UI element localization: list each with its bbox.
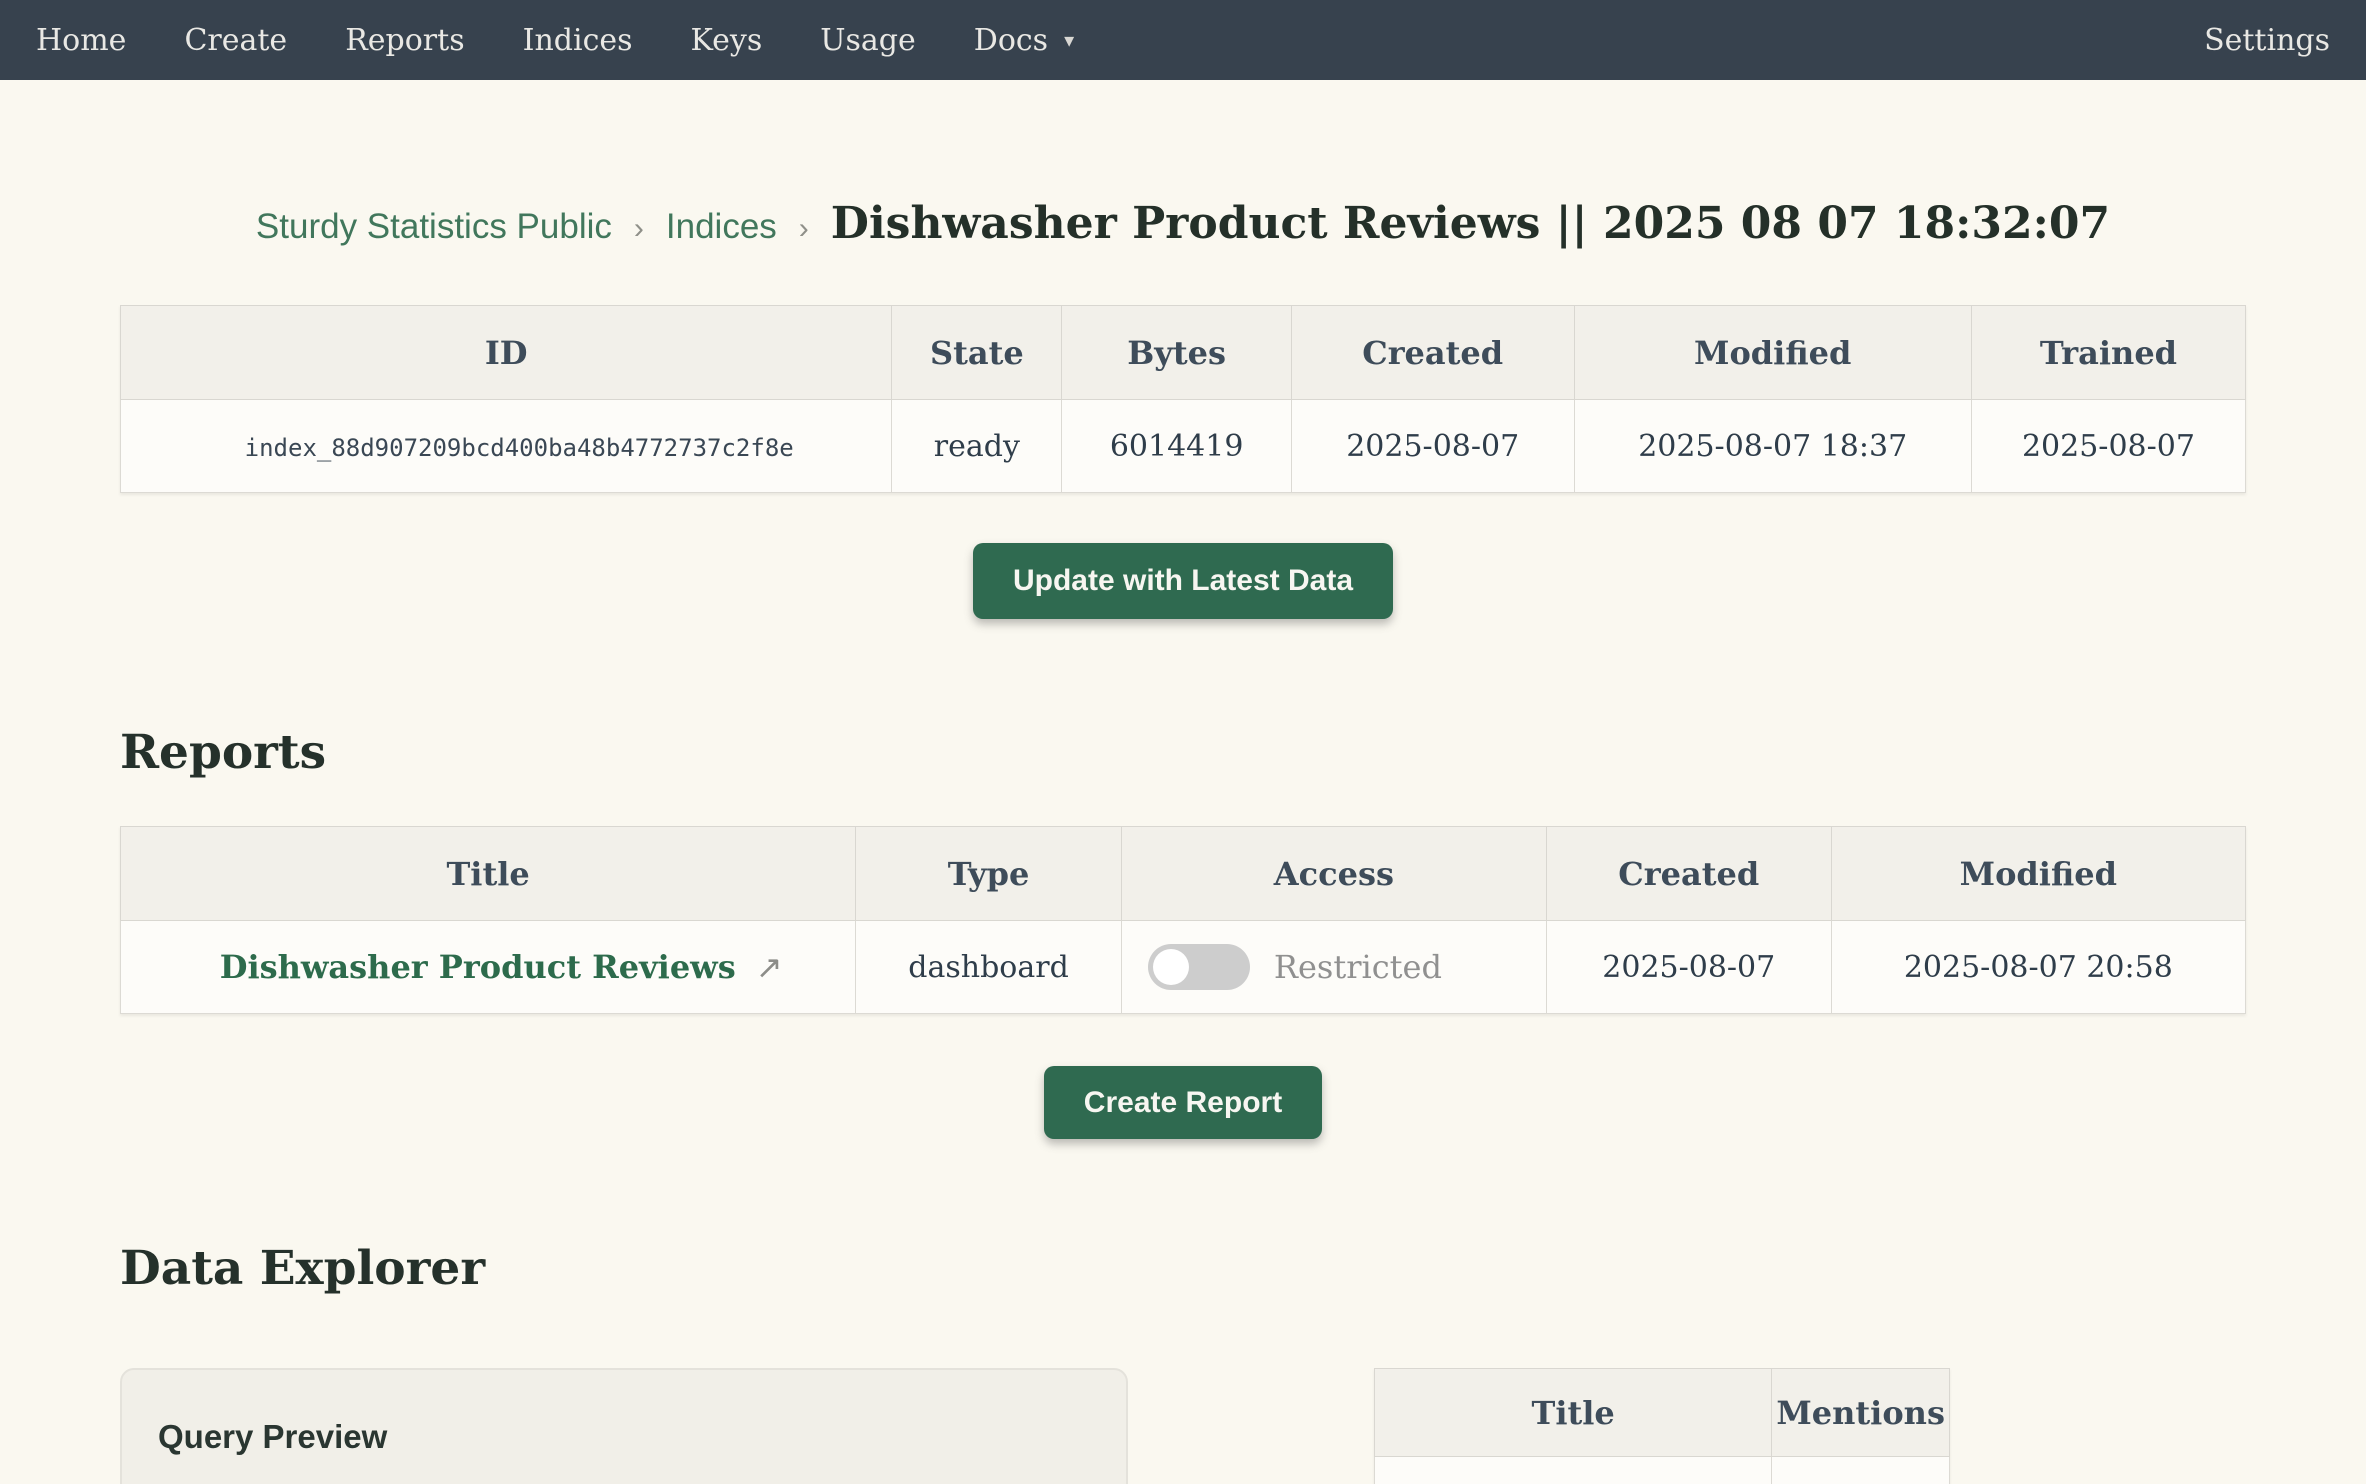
nav-item-create[interactable]: Create xyxy=(184,23,287,58)
index-id-value: index_88d907209bcd400ba48b4772737c2f8e xyxy=(245,434,794,462)
col-header-trained: Trained xyxy=(1971,306,2245,400)
col-header-access: Access xyxy=(1121,827,1546,921)
update-with-latest-data-button[interactable]: Update with Latest Data xyxy=(973,543,1393,619)
report-access-cell: Restricted xyxy=(1121,921,1546,1014)
index-trained-cell: 2025-08-07 xyxy=(1971,400,2245,493)
breadcrumb-separator-icon: › xyxy=(634,210,644,248)
col-header-modified: Modified xyxy=(1831,827,2245,921)
nav-item-reports[interactable]: Reports xyxy=(345,23,464,58)
report-title-text: Dishwasher Product Reviews xyxy=(220,948,736,986)
report-title-cell: Dishwasher Product Reviews ↗ xyxy=(121,921,856,1014)
report-modified-cell: 2025-08-07 20:58 xyxy=(1831,921,2245,1014)
col-header-type: Type xyxy=(856,827,1122,921)
nav-left-group: Home Create Reports Indices Keys Usage D… xyxy=(36,23,2204,58)
breadcrumb: Sturdy Statistics Public › Indices › Dis… xyxy=(120,196,2246,251)
index-modified-cell: 2025-08-07 18:37 xyxy=(1574,400,1971,493)
results-table-section: Title Mentions xyxy=(1374,1368,1950,1484)
main-content: Sturdy Statistics Public › Indices › Dis… xyxy=(120,196,2246,1484)
breadcrumb-separator-icon: › xyxy=(799,210,809,248)
index-bytes-cell: 6014419 xyxy=(1062,400,1292,493)
index-table: ID State Bytes Created Modified Trained … xyxy=(120,305,2246,493)
nav-item-indices[interactable]: Indices xyxy=(523,23,633,58)
report-created-cell: 2025-08-07 xyxy=(1546,921,1831,1014)
col-header-bytes: Bytes xyxy=(1062,306,1292,400)
access-toggle-knob xyxy=(1153,949,1189,985)
col-header-created: Created xyxy=(1291,306,1574,400)
reports-table-section: Title Type Access Created Modified Dishw… xyxy=(120,826,2246,1014)
results-title-cell xyxy=(1375,1457,1772,1484)
breadcrumb-link-indices[interactable]: Indices xyxy=(666,205,777,249)
query-preview-title: Query Preview xyxy=(158,1418,1090,1456)
index-table-section: ID State Bytes Created Modified Trained … xyxy=(120,305,2246,493)
create-report-button[interactable]: Create Report xyxy=(1044,1066,1322,1139)
results-table: Title Mentions xyxy=(1374,1368,1950,1484)
report-type-cell: dashboard xyxy=(856,921,1122,1014)
index-created-cell: 2025-08-07 xyxy=(1291,400,1574,493)
top-nav-bar: Home Create Reports Indices Keys Usage D… xyxy=(0,0,2366,80)
report-title-link[interactable]: Dishwasher Product Reviews ↗ xyxy=(220,948,783,986)
nav-item-home[interactable]: Home xyxy=(36,23,126,58)
nav-docs-label: Docs xyxy=(974,23,1048,58)
breadcrumb-link-root[interactable]: Sturdy Statistics Public xyxy=(256,205,612,249)
results-table-header-row: Title Mentions xyxy=(1375,1369,1950,1457)
nav-item-keys[interactable]: Keys xyxy=(691,23,763,58)
access-toggle[interactable] xyxy=(1148,944,1250,990)
access-control: Restricted xyxy=(1122,944,1546,990)
col-header-state: State xyxy=(892,306,1062,400)
data-explorer-heading: Data Explorer xyxy=(120,1241,2246,1296)
index-table-row: index_88d907209bcd400ba48b4772737c2f8e r… xyxy=(121,400,2246,493)
access-status-label: Restricted xyxy=(1274,948,1442,986)
reports-table-header-row: Title Type Access Created Modified xyxy=(121,827,2246,921)
col-header-results-title: Title xyxy=(1375,1369,1772,1457)
reports-table: Title Type Access Created Modified Dishw… xyxy=(120,826,2246,1014)
reports-heading: Reports xyxy=(120,725,2246,780)
page-title: Dishwasher Product Reviews || 2025 08 07… xyxy=(831,196,2110,251)
nav-item-docs[interactable]: Docs ▾ xyxy=(974,23,1074,58)
external-link-icon: ↗ xyxy=(756,948,783,986)
results-table-row xyxy=(1375,1457,1950,1484)
col-header-mentions: Mentions xyxy=(1772,1369,1950,1457)
query-preview-panel: Query Preview xyxy=(120,1368,1128,1484)
data-explorer-row: Query Preview Title Mentions xyxy=(120,1368,2246,1484)
nav-item-usage[interactable]: Usage xyxy=(820,23,916,58)
nav-item-settings[interactable]: Settings xyxy=(2204,23,2330,58)
index-table-header-row: ID State Bytes Created Modified Trained xyxy=(121,306,2246,400)
col-header-modified: Modified xyxy=(1574,306,1971,400)
chevron-down-icon: ▾ xyxy=(1064,28,1074,52)
col-header-title: Title xyxy=(121,827,856,921)
col-header-created: Created xyxy=(1546,827,1831,921)
report-row: Dishwasher Product Reviews ↗ dashboard R… xyxy=(121,921,2246,1014)
index-state-cell: ready xyxy=(892,400,1062,493)
col-header-id: ID xyxy=(121,306,892,400)
index-id-cell: index_88d907209bcd400ba48b4772737c2f8e xyxy=(121,400,892,493)
results-mentions-cell xyxy=(1772,1457,1950,1484)
